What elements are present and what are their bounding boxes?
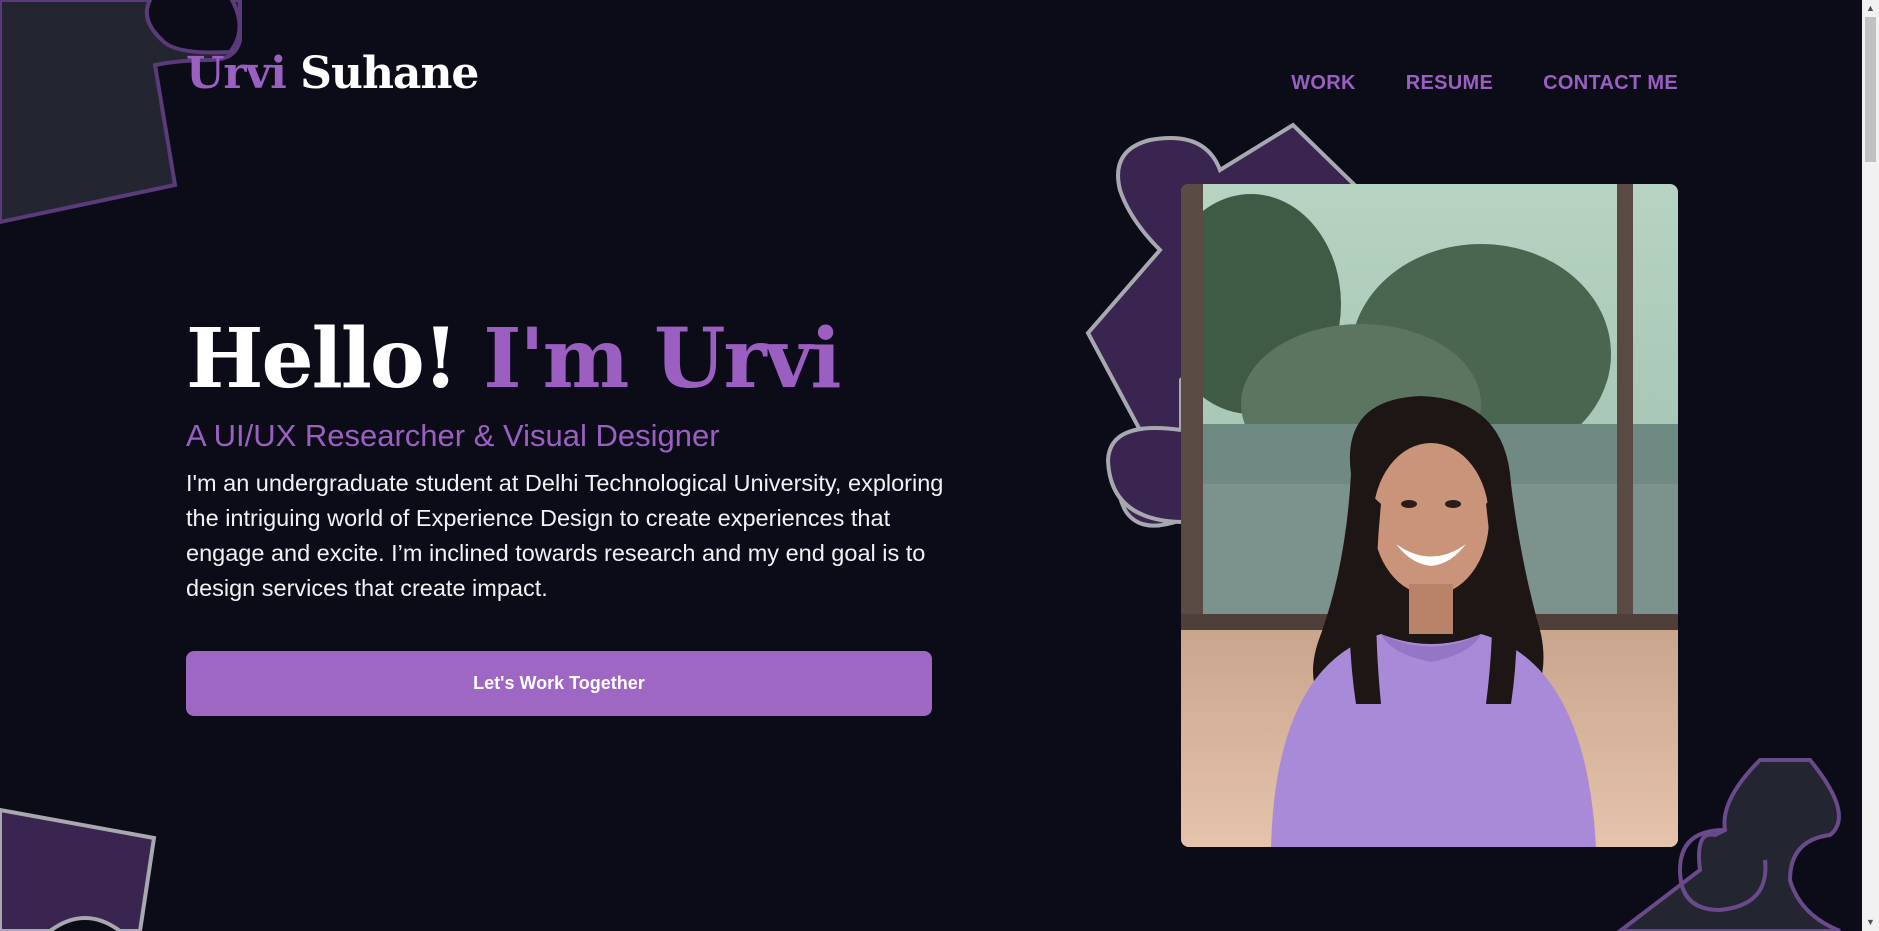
logo-first-name: Urvi <box>186 48 287 99</box>
page-scrollbar[interactable]: ▲ ▼ <box>1862 0 1879 931</box>
main-nav: WORK RESUME CONTACT ME <box>1291 72 1678 95</box>
scroll-up-icon[interactable]: ▲ <box>1862 0 1879 17</box>
scroll-down-icon[interactable]: ▼ <box>1862 914 1879 931</box>
nav-contact-link[interactable]: CONTACT ME <box>1543 72 1678 95</box>
nav-resume-link[interactable]: RESUME <box>1406 72 1493 95</box>
portrait-photo <box>1181 184 1678 847</box>
puzzle-piece-bottom-left <box>0 807 157 931</box>
scrollbar-thumb[interactable] <box>1865 17 1876 162</box>
logo-last-name: Suhane <box>300 48 479 99</box>
hero-name: I'm Urvi <box>483 311 841 407</box>
work-together-button[interactable]: Let's Work Together <box>186 651 932 716</box>
hero-greeting: Hello! <box>186 311 459 407</box>
hero-title: Hello! I'm Urvi <box>186 318 842 400</box>
site-logo[interactable]: Urvi Suhane <box>186 52 479 96</box>
hero-bio: I'm an undergraduate student at Delhi Te… <box>186 470 944 601</box>
nav-work-link[interactable]: WORK <box>1291 72 1356 95</box>
hero-subtitle: A UI/UX Researcher & Visual Designer <box>186 418 720 453</box>
puzzle-piece-top-left <box>0 0 242 225</box>
